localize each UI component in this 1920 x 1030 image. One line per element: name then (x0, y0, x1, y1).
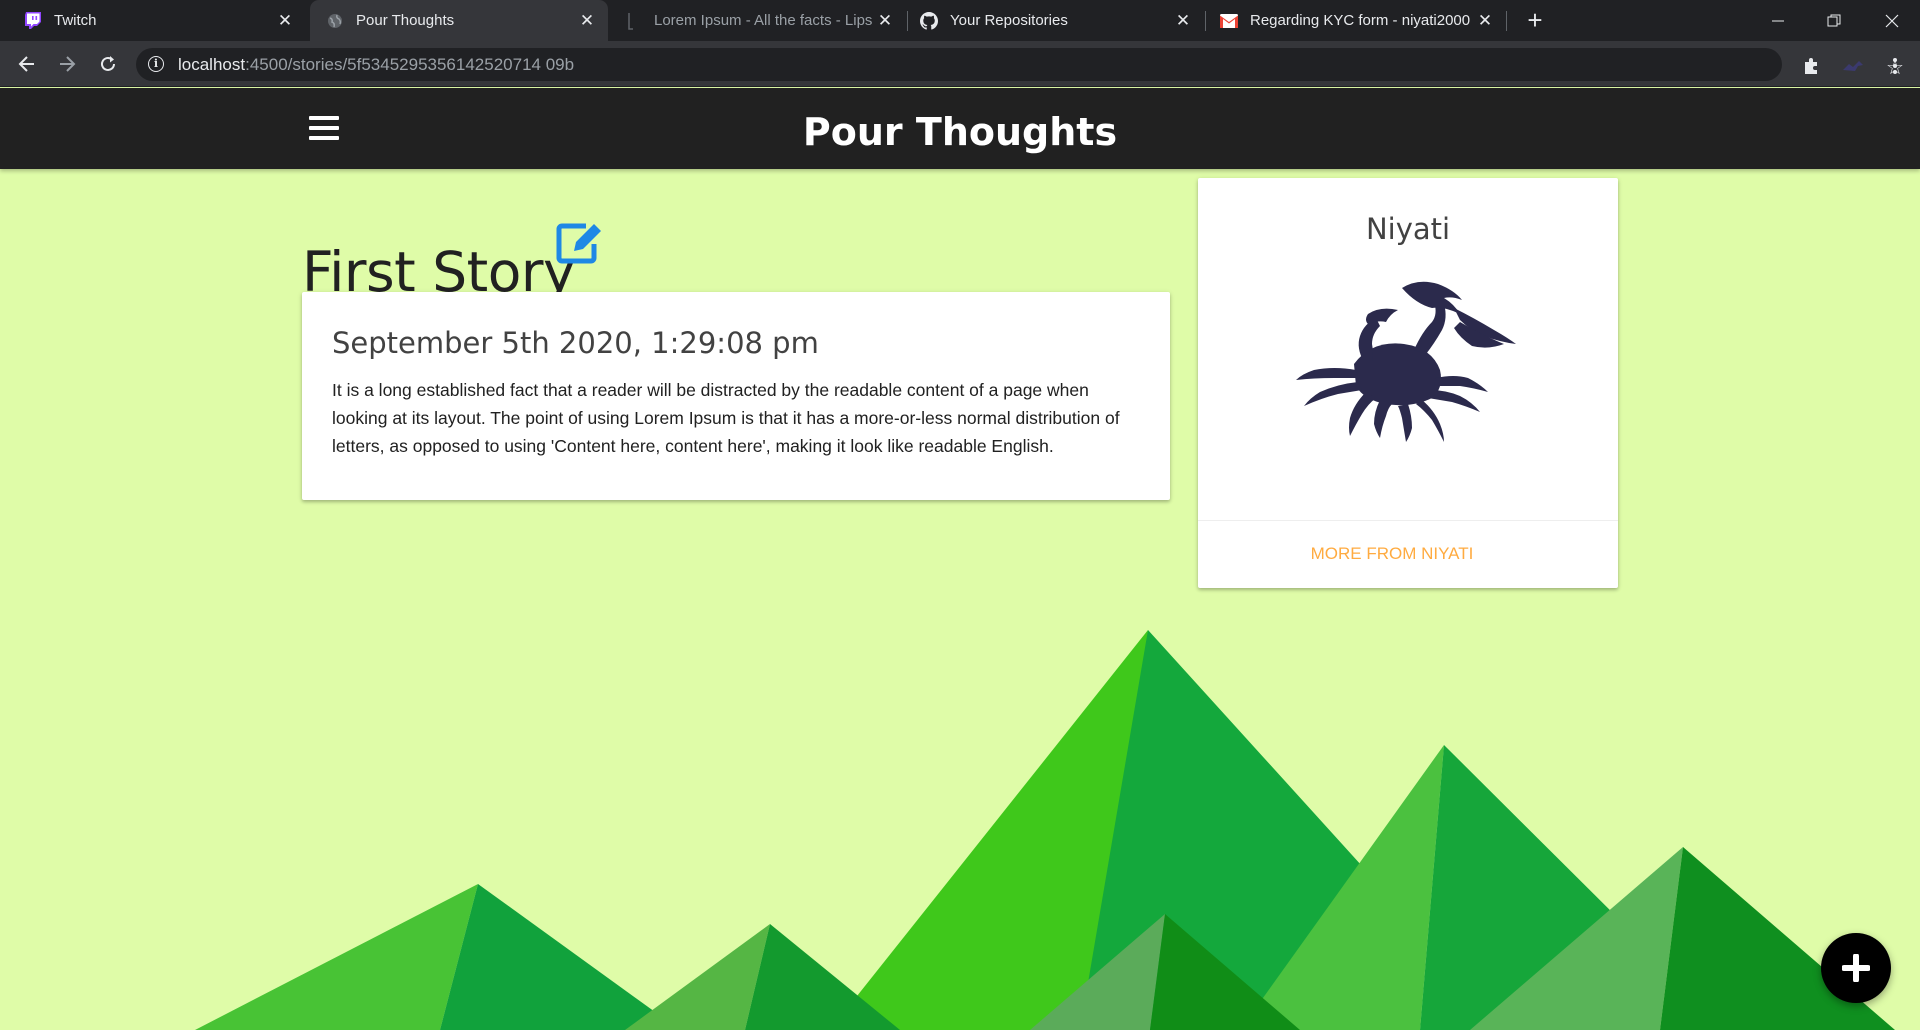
address-bar[interactable]: i localhost:4500/stories/5f5345295356142… (136, 48, 1904, 81)
more-from-author-link[interactable]: More from Niyati (1198, 544, 1586, 564)
tab-title: Twitch (54, 12, 97, 29)
arrow-left-icon (18, 56, 34, 72)
forward-button[interactable] (47, 41, 87, 87)
tab-twitch[interactable]: Twitch ✕ (0, 0, 306, 41)
tab-github[interactable]: Your Repositories ✕ (908, 0, 1204, 41)
edit-icon[interactable] (556, 220, 604, 264)
restore-button[interactable] (1806, 0, 1862, 41)
close-icon[interactable]: ✕ (1170, 11, 1196, 31)
tab-pour-thoughts[interactable]: Pour Thoughts ✕ (310, 0, 608, 41)
story-card: September 5th 2020, 1:29:08 pm It is a l… (302, 292, 1170, 500)
twitch-icon (24, 12, 42, 30)
author-name: Niyati (1365, 212, 1451, 246)
close-window-button[interactable] (1864, 0, 1920, 41)
github-icon (920, 11, 938, 30)
tab-title: Pour Thoughts (356, 12, 455, 29)
plus-icon (1842, 954, 1870, 982)
add-story-button[interactable] (1821, 933, 1891, 1003)
tab-lorem-ipsum[interactable]: Lorem Ipsum - All the facts - Lipsum ✕ (610, 0, 906, 41)
app-header: Pour Thoughts (0, 88, 1920, 169)
site-info-icon[interactable]: i (148, 56, 164, 72)
minimize-button[interactable] (1750, 0, 1806, 41)
tab-title: Regarding KYC form - niyati2000 (1250, 12, 1471, 29)
close-icon[interactable]: ✕ (872, 11, 898, 31)
author-card: Niyati More from Niyati (1198, 178, 1618, 588)
close-icon (1885, 14, 1899, 27)
browser-toolbar: i localhost:4500/stories/5f5345295356142… (0, 41, 1920, 87)
new-tab-button[interactable]: + (1520, 0, 1550, 41)
minimize-icon (1772, 20, 1784, 21)
gmail-icon (1220, 12, 1238, 30)
globe-icon (326, 12, 344, 30)
extensions-icon[interactable] (1798, 55, 1824, 77)
more-menu-icon[interactable] (1882, 55, 1908, 77)
tab-title: Lorem Ipsum - All the facts - Lipsum (654, 12, 872, 29)
close-icon[interactable]: ✕ (272, 11, 298, 31)
browser-tab-strip: Twitch ✕ Pour Thoughts ✕ Lorem Ipsum - A… (0, 0, 1920, 41)
tab-gmail[interactable]: Regarding KYC form - niyati2000 ✕ (1206, 0, 1506, 41)
brand-title[interactable]: Pour Thoughts (0, 110, 1920, 154)
url-text[interactable]: localhost:4500/stories/5f534529535614252… (178, 55, 574, 75)
mountains-illustration (195, 630, 1895, 1030)
back-button[interactable] (7, 41, 47, 87)
url-host: localhost (178, 55, 246, 74)
reload-icon (101, 56, 115, 71)
close-icon[interactable]: ✕ (1472, 11, 1498, 31)
restore-icon (1827, 14, 1841, 26)
url-path: :4500/stories/5f5345295356142520714 09b (245, 55, 575, 74)
page-icon (624, 12, 642, 30)
crab-icon (1296, 281, 1516, 442)
card-divider (1198, 520, 1618, 521)
story-date: September 5th 2020, 1:29:08 pm (332, 326, 819, 360)
reload-button[interactable] (88, 41, 128, 87)
close-icon[interactable]: ✕ (574, 11, 600, 31)
arrow-right-icon (60, 56, 76, 72)
profile-avatar-icon[interactable] (1840, 55, 1866, 77)
tab-title: Your Repositories (950, 12, 1068, 29)
story-body: It is a long established fact that a rea… (332, 380, 1120, 456)
tab-separator (1506, 11, 1507, 31)
